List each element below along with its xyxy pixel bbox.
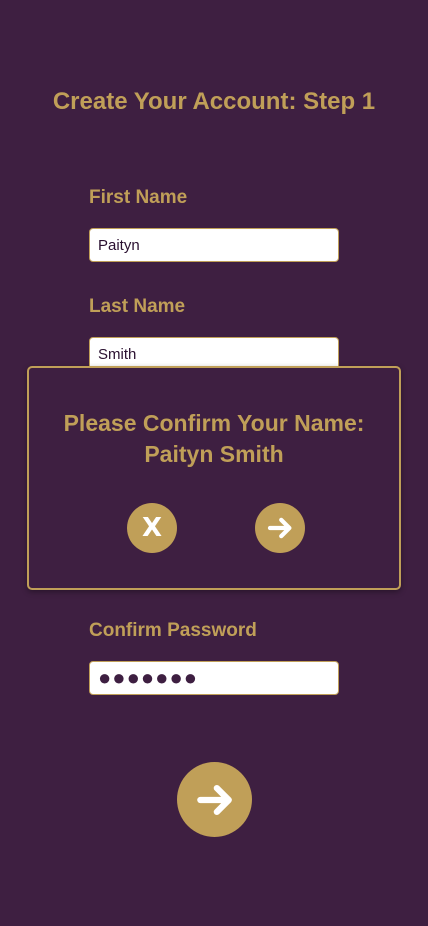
confirm-name-message: Please Confirm Your Name: Paityn Smith — [29, 408, 399, 470]
confirm-name-button[interactable] — [255, 503, 305, 553]
cancel-button[interactable]: X — [127, 503, 177, 553]
close-icon: X — [141, 513, 163, 543]
confirm-name-dialog: Please Confirm Your Name: Paityn Smith X — [27, 366, 401, 590]
confirm-name-prompt: Please Confirm Your Name: — [63, 410, 365, 436]
confirm-password-label: Confirm Password — [89, 620, 257, 641]
first-name-input[interactable] — [89, 228, 339, 262]
next-step-button[interactable] — [177, 762, 252, 837]
confirm-name-value: Paityn Smith — [144, 441, 284, 467]
arrow-right-icon — [196, 784, 232, 815]
arrow-right-icon — [267, 517, 292, 539]
first-name-label: First Name — [89, 187, 188, 208]
last-name-label: Last Name — [89, 296, 186, 317]
confirm-password-input[interactable] — [89, 661, 339, 695]
page-title: Create Your Account: Step 1 — [52, 88, 376, 115]
